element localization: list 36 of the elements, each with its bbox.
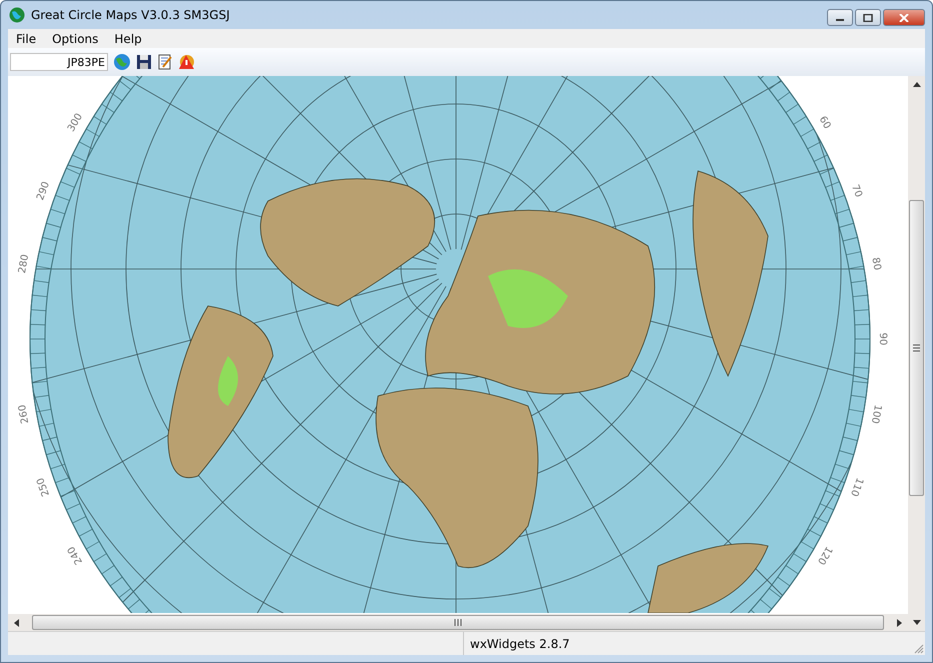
resize-grip-icon[interactable]	[914, 644, 924, 654]
scrollbar-thumb[interactable]	[32, 615, 884, 630]
up-arrow-icon[interactable]	[912, 80, 922, 90]
bearing-label: 90	[877, 332, 888, 346]
maximize-button[interactable]	[855, 9, 881, 26]
bearing-label: 100	[868, 404, 883, 424]
horizontal-scrollbar[interactable]	[8, 614, 908, 631]
down-arrow-icon[interactable]	[912, 617, 922, 627]
bearing-label: 290	[35, 180, 52, 202]
bearing-label: 110	[848, 476, 865, 498]
close-button[interactable]	[883, 9, 925, 26]
vertical-scrollbar[interactable]	[908, 76, 925, 631]
bearing-label: 280	[17, 254, 32, 274]
close-icon	[899, 14, 909, 22]
status-text: wxWidgets 2.8.7	[470, 636, 570, 650]
globe-icon	[9, 7, 25, 23]
window-title: Great Circle Maps V3.0.3 SM3GSJ	[31, 8, 231, 22]
right-arrow-icon[interactable]	[894, 618, 904, 628]
menu-item[interactable]: Options	[44, 32, 106, 46]
grip-icon	[913, 344, 920, 352]
menu-item[interactable]: File	[8, 32, 44, 46]
bearing-label: 250	[35, 476, 52, 498]
menu-item[interactable]: Help	[106, 32, 150, 46]
left-arrow-icon[interactable]	[12, 618, 22, 628]
notepad-pencil-icon[interactable]	[157, 54, 173, 70]
locator-field[interactable]: JP83PE	[10, 53, 108, 71]
globe-warning-icon[interactable]	[178, 53, 196, 71]
grip-icon	[454, 619, 462, 626]
bearing-label: 70	[849, 183, 864, 199]
scrollbar-thumb[interactable]	[909, 200, 924, 496]
bearing-label: 60	[816, 114, 832, 132]
globe-icon[interactable]	[113, 53, 131, 71]
minimize-button[interactable]	[827, 9, 853, 26]
bearing-label: 80	[869, 256, 882, 272]
bearing-label: 260	[17, 404, 32, 424]
maximize-icon	[863, 14, 873, 22]
